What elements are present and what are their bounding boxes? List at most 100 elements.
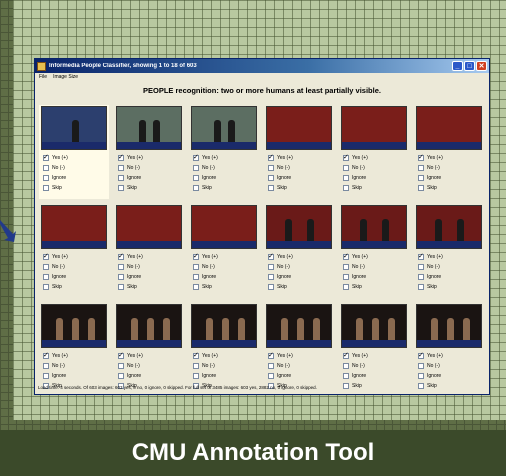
option-ignore[interactable]: Ignore bbox=[43, 371, 108, 381]
checkbox[interactable] bbox=[343, 153, 349, 161]
checkbox[interactable] bbox=[343, 284, 349, 290]
checkbox[interactable] bbox=[268, 284, 274, 290]
option-ignore[interactable]: Ignore bbox=[418, 371, 483, 381]
option-no[interactable]: No (-) bbox=[43, 262, 108, 272]
checkbox[interactable] bbox=[343, 185, 349, 191]
checkbox[interactable] bbox=[268, 363, 274, 369]
checkbox[interactable] bbox=[118, 185, 124, 191]
checkbox[interactable] bbox=[343, 175, 349, 181]
checkbox[interactable] bbox=[118, 351, 124, 359]
checkbox[interactable] bbox=[418, 284, 424, 290]
option-skip[interactable]: Skip bbox=[268, 282, 333, 292]
checkbox[interactable] bbox=[193, 175, 199, 181]
option-no[interactable]: No (-) bbox=[268, 262, 333, 272]
checkbox[interactable] bbox=[418, 373, 424, 379]
checkbox[interactable] bbox=[193, 363, 199, 369]
option-ignore[interactable]: Ignore bbox=[343, 272, 408, 282]
option-no[interactable]: No (-) bbox=[118, 361, 183, 371]
option-no[interactable]: No (-) bbox=[418, 262, 483, 272]
maximize-button[interactable]: □ bbox=[464, 61, 475, 71]
checkbox[interactable] bbox=[418, 264, 424, 270]
option-yes[interactable]: Yes (+) bbox=[43, 351, 108, 361]
option-no[interactable]: No (-) bbox=[118, 163, 183, 173]
option-skip[interactable]: Skip bbox=[193, 183, 258, 193]
video-thumbnail[interactable] bbox=[116, 304, 182, 348]
video-thumbnail[interactable] bbox=[416, 304, 482, 348]
checkbox[interactable] bbox=[43, 165, 49, 171]
option-yes[interactable]: Yes (+) bbox=[418, 153, 483, 163]
checkbox[interactable] bbox=[43, 351, 49, 359]
menu-file[interactable]: File bbox=[39, 74, 47, 83]
option-yes[interactable]: Yes (+) bbox=[268, 252, 333, 262]
checkbox[interactable] bbox=[268, 373, 274, 379]
option-ignore[interactable]: Ignore bbox=[118, 173, 183, 183]
option-no[interactable]: No (-) bbox=[343, 163, 408, 173]
option-skip[interactable]: Skip bbox=[343, 282, 408, 292]
option-yes[interactable]: Yes (+) bbox=[418, 351, 483, 361]
checkbox[interactable] bbox=[418, 351, 424, 359]
option-ignore[interactable]: Ignore bbox=[418, 272, 483, 282]
option-ignore[interactable]: Ignore bbox=[118, 371, 183, 381]
option-no[interactable]: No (-) bbox=[118, 262, 183, 272]
checkbox[interactable] bbox=[118, 175, 124, 181]
video-thumbnail[interactable] bbox=[341, 205, 407, 249]
checkbox[interactable] bbox=[193, 185, 199, 191]
video-thumbnail[interactable] bbox=[191, 304, 257, 348]
checkbox[interactable] bbox=[193, 264, 199, 270]
checkbox[interactable] bbox=[43, 284, 49, 290]
checkbox[interactable] bbox=[418, 274, 424, 280]
checkbox[interactable] bbox=[268, 252, 274, 260]
checkbox[interactable] bbox=[118, 284, 124, 290]
option-yes[interactable]: Yes (+) bbox=[43, 153, 108, 163]
option-yes[interactable]: Yes (+) bbox=[118, 351, 183, 361]
option-ignore[interactable]: Ignore bbox=[193, 371, 258, 381]
checkbox[interactable] bbox=[118, 373, 124, 379]
option-no[interactable]: No (-) bbox=[268, 361, 333, 371]
option-skip[interactable]: Skip bbox=[193, 282, 258, 292]
checkbox[interactable] bbox=[43, 363, 49, 369]
video-thumbnail[interactable] bbox=[116, 106, 182, 150]
video-thumbnail[interactable] bbox=[41, 106, 107, 150]
option-yes[interactable]: Yes (+) bbox=[193, 153, 258, 163]
checkbox[interactable] bbox=[268, 175, 274, 181]
option-ignore[interactable]: Ignore bbox=[268, 272, 333, 282]
checkbox[interactable] bbox=[418, 383, 424, 389]
checkbox[interactable] bbox=[268, 185, 274, 191]
close-button[interactable]: ✕ bbox=[476, 61, 487, 71]
option-no[interactable]: No (-) bbox=[418, 361, 483, 371]
option-ignore[interactable]: Ignore bbox=[343, 371, 408, 381]
option-skip[interactable]: Skip bbox=[418, 381, 483, 391]
checkbox[interactable] bbox=[418, 165, 424, 171]
video-thumbnail[interactable] bbox=[416, 106, 482, 150]
option-yes[interactable]: Yes (+) bbox=[193, 351, 258, 361]
option-skip[interactable]: Skip bbox=[118, 183, 183, 193]
minimize-button[interactable]: _ bbox=[452, 61, 463, 71]
option-skip[interactable]: Skip bbox=[268, 183, 333, 193]
option-skip[interactable]: Skip bbox=[418, 183, 483, 193]
checkbox[interactable] bbox=[343, 274, 349, 280]
option-ignore[interactable]: Ignore bbox=[193, 272, 258, 282]
checkbox[interactable] bbox=[268, 153, 274, 161]
option-ignore[interactable]: Ignore bbox=[193, 173, 258, 183]
video-thumbnail[interactable] bbox=[341, 304, 407, 348]
checkbox[interactable] bbox=[268, 274, 274, 280]
checkbox[interactable] bbox=[193, 165, 199, 171]
option-no[interactable]: No (-) bbox=[193, 262, 258, 272]
video-thumbnail[interactable] bbox=[341, 106, 407, 150]
option-skip[interactable]: Skip bbox=[43, 183, 108, 193]
checkbox[interactable] bbox=[268, 264, 274, 270]
checkbox[interactable] bbox=[268, 351, 274, 359]
option-yes[interactable]: Yes (+) bbox=[193, 252, 258, 262]
video-thumbnail[interactable] bbox=[266, 205, 332, 249]
checkbox[interactable] bbox=[343, 165, 349, 171]
option-skip[interactable]: Skip bbox=[343, 381, 408, 391]
option-no[interactable]: No (-) bbox=[268, 163, 333, 173]
option-skip[interactable]: Skip bbox=[418, 282, 483, 292]
option-no[interactable]: No (-) bbox=[193, 361, 258, 371]
option-yes[interactable]: Yes (+) bbox=[418, 252, 483, 262]
option-yes[interactable]: Yes (+) bbox=[343, 153, 408, 163]
checkbox[interactable] bbox=[118, 264, 124, 270]
option-no[interactable]: No (-) bbox=[43, 361, 108, 371]
checkbox[interactable] bbox=[118, 274, 124, 280]
option-yes[interactable]: Yes (+) bbox=[268, 153, 333, 163]
